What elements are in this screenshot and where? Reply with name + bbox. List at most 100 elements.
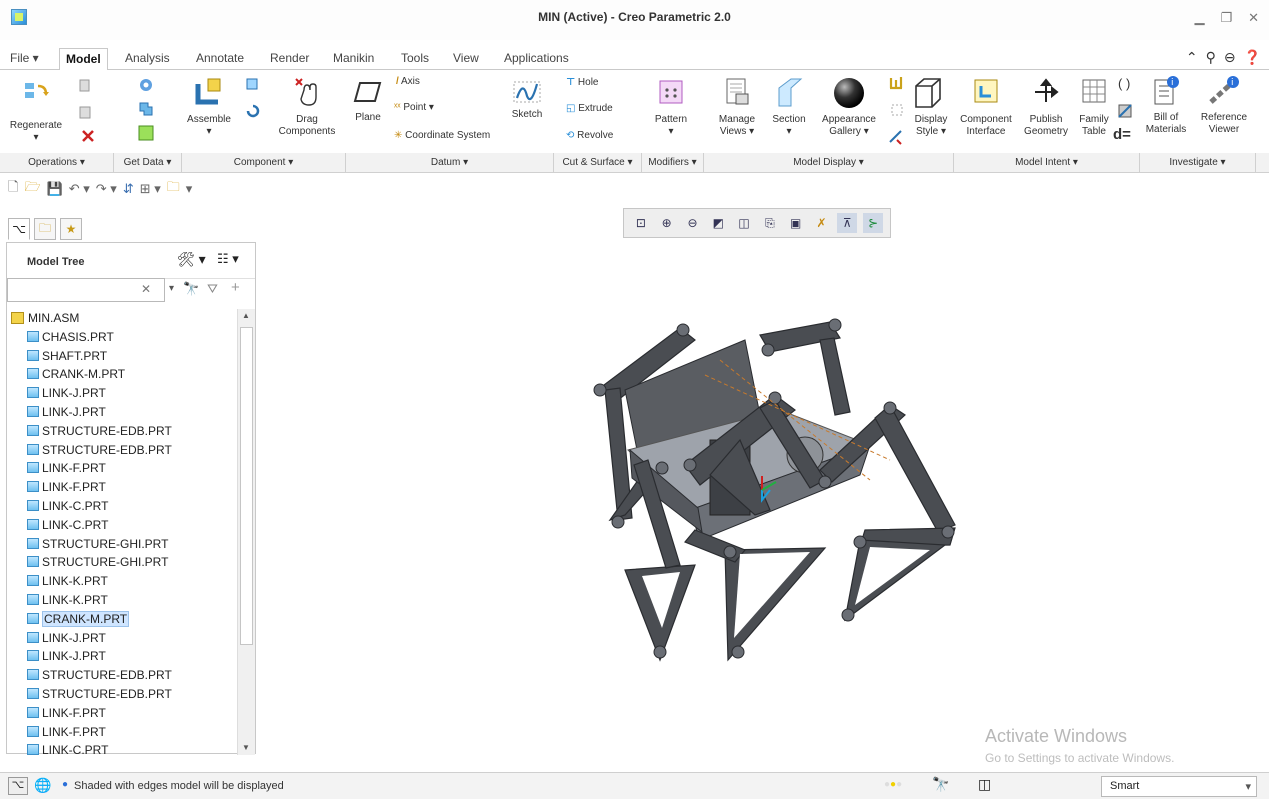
section-button[interactable]: Section ▾ <box>766 76 812 138</box>
tree-item[interactable]: LINK-F.PRT <box>7 704 237 723</box>
repeat-icon[interactable] <box>244 102 262 120</box>
tab-analysis[interactable]: Analysis <box>119 49 176 70</box>
tree-item[interactable]: LINK-J.PRT <box>7 384 237 403</box>
axis-button[interactable]: / Axis <box>396 76 420 87</box>
model-tree-tab-icon[interactable]: ⌥ <box>8 218 30 240</box>
toggle-browser-icon[interactable]: 🌐 <box>34 777 51 794</box>
point-button[interactable]: ˣˣ Point ▾ <box>394 102 434 113</box>
group-operations[interactable]: Operations ▾ <box>0 153 114 173</box>
find-binoculars-icon[interactable]: 🔭 <box>932 776 949 793</box>
group-investigate[interactable]: Investigate ▾ <box>1140 153 1256 173</box>
reference-viewer-button[interactable]: i Reference Viewer <box>1196 74 1252 136</box>
group-cut-surface[interactable]: Cut & Surface ▾ <box>554 153 642 173</box>
publish-geometry-button[interactable]: Publish Geometry <box>1018 76 1074 138</box>
pattern-button[interactable]: Pattern ▾ <box>648 78 694 138</box>
clear-search-icon[interactable]: ✕ <box>141 282 151 296</box>
hole-button[interactable]: ⊤ Hole <box>566 77 599 88</box>
tab-manikin[interactable]: Manikin <box>327 49 380 70</box>
regeneration-status-icon[interactable]: ●●● <box>884 779 902 790</box>
regenerate-button[interactable]: Regenerate ▾ <box>8 80 64 144</box>
tree-item[interactable]: LINK-F.PRT <box>7 723 237 742</box>
folder-browser-tab-icon[interactable]: 🗀 <box>34 218 56 240</box>
customize-toolbar-icon[interactable]: ▾ <box>186 181 193 197</box>
zoom-out-icon[interactable]: ⊖ <box>682 213 702 233</box>
perspective-icon[interactable] <box>889 102 905 118</box>
revolve-button[interactable]: ⟲ Revolve <box>566 130 613 141</box>
view-manager-icon[interactable]: ▣ <box>786 213 806 233</box>
filter-icon[interactable]: ⛛ <box>207 281 218 297</box>
tree-item[interactable]: LINK-F.PRT <box>7 459 237 478</box>
community-icon[interactable]: ⊖ <box>1224 49 1236 66</box>
minimize-icon[interactable]: ▁ <box>1194 10 1204 26</box>
datum-display-icon[interactable]: ✗ <box>811 213 831 233</box>
tree-item[interactable]: STRUCTURE-EDB.PRT <box>7 422 237 441</box>
help-icon[interactable]: ❓ <box>1244 49 1261 66</box>
tree-item[interactable]: LINK-F.PRT <box>7 478 237 497</box>
component-interface-button[interactable]: Component Interface <box>956 76 1016 138</box>
plane-button[interactable]: Plane <box>350 80 386 124</box>
group-component[interactable]: Component ▾ <box>182 153 346 173</box>
tab-file[interactable]: File ▾ <box>4 49 45 70</box>
tab-annotate[interactable]: Annotate <box>190 49 250 70</box>
tree-item[interactable]: LINK-C.PRT <box>7 516 237 535</box>
drag-components-button[interactable]: Drag Components <box>274 76 340 138</box>
regenerate-small-icon[interactable]: ⇵ <box>123 181 134 197</box>
tree-item[interactable]: CRANK-M.PRT <box>7 365 237 384</box>
copy-icon[interactable] <box>78 78 94 94</box>
group-model-display[interactable]: Model Display ▾ <box>704 153 954 173</box>
assemble-button[interactable]: Assemble ▾ <box>181 76 237 138</box>
tab-applications[interactable]: Applications <box>498 49 575 70</box>
tree-item[interactable]: LINK-K.PRT <box>7 591 237 610</box>
parameters-icon[interactable]: ( ) <box>1118 76 1130 91</box>
tree-item[interactable]: STRUCTURE-EDB.PRT <box>7 666 237 685</box>
annotation-display-icon[interactable]: ⊱ <box>863 213 884 233</box>
tab-view[interactable]: View <box>447 49 485 70</box>
group-get-data[interactable]: Get Data ▾ <box>114 153 182 173</box>
settings-tools-icon[interactable]: 🛠 ▾ <box>177 251 206 268</box>
tree-item[interactable]: STRUCTURE-EDB.PRT <box>7 685 237 704</box>
save-icon[interactable]: 💾 <box>47 181 63 197</box>
tree-scrollbar[interactable]: ▲ ▼ <box>237 309 255 755</box>
remove-sort-icon[interactable] <box>887 128 905 146</box>
redo-icon[interactable]: ↷ ▾ <box>96 181 117 197</box>
tree-item[interactable]: LINK-K.PRT <box>7 572 237 591</box>
search-icon[interactable]: ⚲ <box>1206 49 1216 66</box>
tree-item[interactable]: LINK-J.PRT <box>7 647 237 666</box>
display-style-small-icon[interactable]: ◫ <box>734 213 754 233</box>
sketch-button[interactable]: Sketch <box>506 80 548 121</box>
spin-center-icon[interactable]: ⊼ <box>837 213 858 233</box>
add-filter-icon[interactable]: + <box>231 279 240 296</box>
tree-item[interactable]: LINK-J.PRT <box>7 629 237 648</box>
tree-root[interactable]: MIN.ASM <box>7 309 237 328</box>
appearance-gallery-button[interactable]: Appearance Gallery ▾ <box>816 76 882 138</box>
family-table-button[interactable]: Family Table <box>1074 76 1114 138</box>
selection-box-icon[interactable]: ◫ <box>978 776 991 793</box>
display-style-button[interactable]: Display Style ▾ <box>904 76 950 138</box>
favorites-tab-icon[interactable]: ★ <box>60 218 82 240</box>
coordinate-system-button[interactable]: ✳ Coordinate System <box>394 130 490 141</box>
tree-item[interactable]: SHAFT.PRT <box>7 347 237 366</box>
scroll-thumb[interactable] <box>240 327 253 645</box>
toggle-navigator-icon[interactable]: ⌥ <box>8 777 28 795</box>
relations-icon[interactable] <box>1116 102 1134 120</box>
refit-icon[interactable]: ⊡ <box>631 213 651 233</box>
selection-filter-dropdown[interactable]: Smart <box>1101 776 1257 797</box>
manage-views-button[interactable]: Manage Views ▾ <box>714 76 760 138</box>
zoom-in-icon[interactable]: ⊕ <box>657 213 677 233</box>
tree-item[interactable]: STRUCTURE-GHI.PRT <box>7 553 237 572</box>
tree-item[interactable]: STRUCTURE-GHI.PRT <box>7 535 237 554</box>
show-menu-icon[interactable]: ☷ ▾ <box>217 251 239 267</box>
tab-tools[interactable]: Tools <box>395 49 435 70</box>
group-datum[interactable]: Datum ▾ <box>346 153 554 173</box>
windows-icon[interactable]: ⊞ ▾ <box>140 181 161 197</box>
scroll-up-icon[interactable]: ▲ <box>242 311 250 320</box>
group-modifiers[interactable]: Modifiers ▾ <box>642 153 704 173</box>
search-dropdown-icon[interactable]: ▾ <box>169 283 174 294</box>
bill-of-materials-button[interactable]: i Bill of Materials <box>1143 74 1189 136</box>
shrinkwrap-icon[interactable] <box>137 124 155 142</box>
close-window-icon[interactable]: 🗀 <box>167 178 180 200</box>
close-icon[interactable]: ✕ <box>1248 10 1259 26</box>
open-folder-icon[interactable]: 🗁 <box>24 178 40 200</box>
scroll-down-icon[interactable]: ▼ <box>242 743 250 752</box>
restore-icon[interactable]: ❐ <box>1220 10 1232 26</box>
